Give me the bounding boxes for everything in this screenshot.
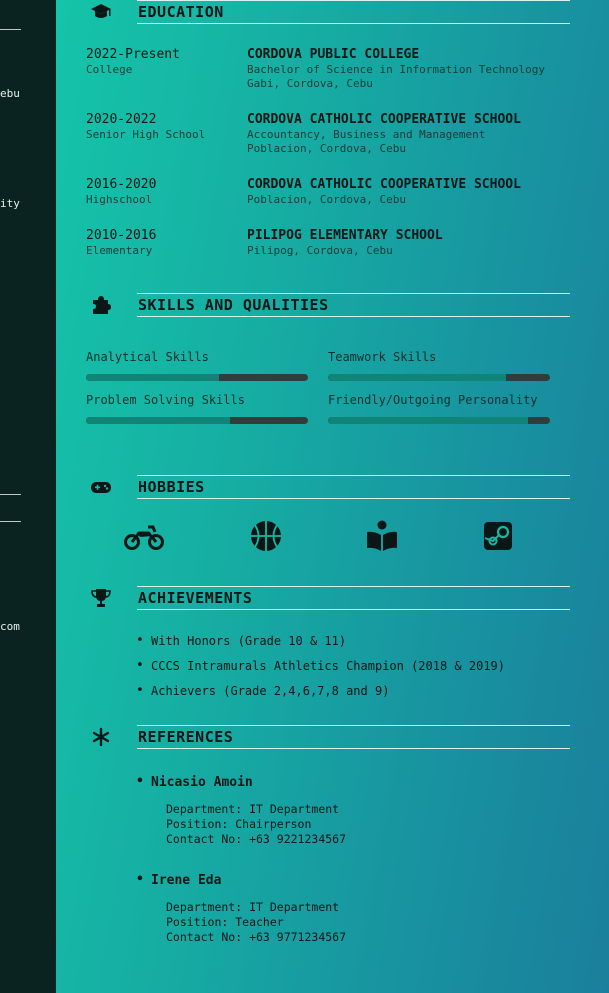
- reference-department: Department: IT Department: [166, 900, 340, 914]
- skill-bar: [328, 417, 550, 424]
- sidebar-divider: [0, 521, 21, 522]
- section-title: SKILLS AND QUALITIES: [138, 296, 329, 314]
- skill-label: Analytical Skills: [86, 350, 209, 364]
- reference-name: Nicasio Amoin: [136, 774, 556, 790]
- reference-department: Department: IT Department: [166, 802, 340, 816]
- education-years: 2010-2016: [86, 228, 157, 243]
- gamepad-icon: [90, 477, 112, 497]
- skill-analytical: Analytical Skills: [86, 350, 308, 381]
- graduation-cap-icon: [90, 2, 112, 22]
- skill-bar-fill: [86, 417, 231, 424]
- education-level: Highschool: [86, 193, 153, 206]
- asterisk-icon: [90, 727, 112, 747]
- reference-entry: Irene Eda Department: IT Department Posi…: [136, 872, 556, 944]
- book-reader-icon: [362, 520, 402, 552]
- education-level: Senior High School: [86, 128, 206, 141]
- reference-position: Position: Chairperson: [166, 817, 312, 831]
- list-item: With Honors (Grade 10 & 11): [136, 633, 505, 659]
- skill-friendly-personality: Friendly/Outgoing Personality: [328, 393, 550, 424]
- education-years: 2016-2020: [86, 177, 157, 192]
- list-item: CCCS Intramurals Athletics Champion (201…: [136, 658, 505, 684]
- education-level: Elementary: [86, 244, 153, 257]
- hobbies-header: HOBBIES: [86, 475, 570, 501]
- reference-contact: Contact No: +63 9771234567: [166, 930, 347, 944]
- skill-label: Teamwork Skills: [328, 350, 437, 364]
- skill-bar: [328, 374, 550, 381]
- education-years: 2022-Present: [86, 47, 180, 62]
- reference-position: Position: Teacher: [166, 915, 284, 929]
- puzzle-icon: [90, 295, 112, 315]
- section-title: HOBBIES: [138, 478, 205, 496]
- achievements-list: With Honors (Grade 10 & 11) CCCS Intramu…: [136, 633, 505, 709]
- school-address: Poblacion, Cordova, Cebu: [247, 142, 406, 155]
- sidebar: ebu ity com: [0, 0, 56, 993]
- school-address: Gabi, Cordova, Cebu: [247, 77, 373, 90]
- skill-bar-fill: [86, 374, 220, 381]
- section-title: REFERENCES: [138, 728, 234, 746]
- school-detail: Accountancy, Business and Management: [247, 128, 486, 141]
- school-address: Poblacion, Cordova, Cebu: [247, 193, 406, 206]
- resume-main: EDUCATION 2022-Present College CORDOVA P…: [56, 0, 609, 993]
- sidebar-divider: [0, 494, 21, 495]
- references-header: REFERENCES: [86, 725, 570, 751]
- skill-bar-fill: [328, 374, 506, 381]
- education-level: College: [86, 63, 133, 76]
- skill-label: Problem Solving Skills: [86, 393, 245, 407]
- education-years: 2020-2022: [86, 112, 157, 127]
- school-name: CORDOVA PUBLIC COLLEGE: [247, 47, 420, 62]
- skill-bar: [86, 374, 308, 381]
- reference-name: Irene Eda: [136, 872, 556, 888]
- skill-bar: [86, 417, 308, 424]
- reference-contact: Contact No: +63 9221234567: [166, 832, 347, 846]
- steam-icon: [478, 520, 518, 552]
- section-title: ACHIEVEMENTS: [138, 589, 253, 607]
- skill-bar-fill: [328, 417, 528, 424]
- skills-header: SKILLS AND QUALITIES: [86, 293, 570, 319]
- sidebar-divider: [0, 29, 21, 30]
- school-name: PILIPOG ELEMENTARY SCHOOL: [247, 228, 443, 243]
- motorcycle-icon: [124, 520, 164, 552]
- education-header: EDUCATION: [86, 0, 570, 26]
- school-name: CORDOVA CATHOLIC COOPERATIVE SCHOOL: [247, 112, 521, 127]
- skill-label: Friendly/Outgoing Personality: [328, 393, 538, 407]
- school-address: Pilipog, Cordova, Cebu: [247, 244, 393, 257]
- sidebar-text-fragment: ebu: [0, 87, 20, 100]
- skill-teamwork: Teamwork Skills: [328, 350, 550, 381]
- basketball-icon: [246, 520, 286, 552]
- achievements-header: ACHIEVEMENTS: [86, 586, 570, 612]
- school-name: CORDOVA CATHOLIC COOPERATIVE SCHOOL: [247, 177, 521, 192]
- school-detail: Bachelor of Science in Information Techn…: [247, 63, 546, 76]
- sidebar-text-fragment: com: [0, 620, 20, 633]
- list-item: Achievers (Grade 2,4,6,7,8 and 9): [136, 683, 505, 709]
- skill-problem-solving: Problem Solving Skills: [86, 393, 308, 424]
- sidebar-text-fragment: ity: [0, 197, 20, 210]
- section-title: EDUCATION: [138, 3, 224, 21]
- reference-entry: Nicasio Amoin Department: IT Department …: [136, 774, 556, 846]
- trophy-icon: [90, 588, 112, 608]
